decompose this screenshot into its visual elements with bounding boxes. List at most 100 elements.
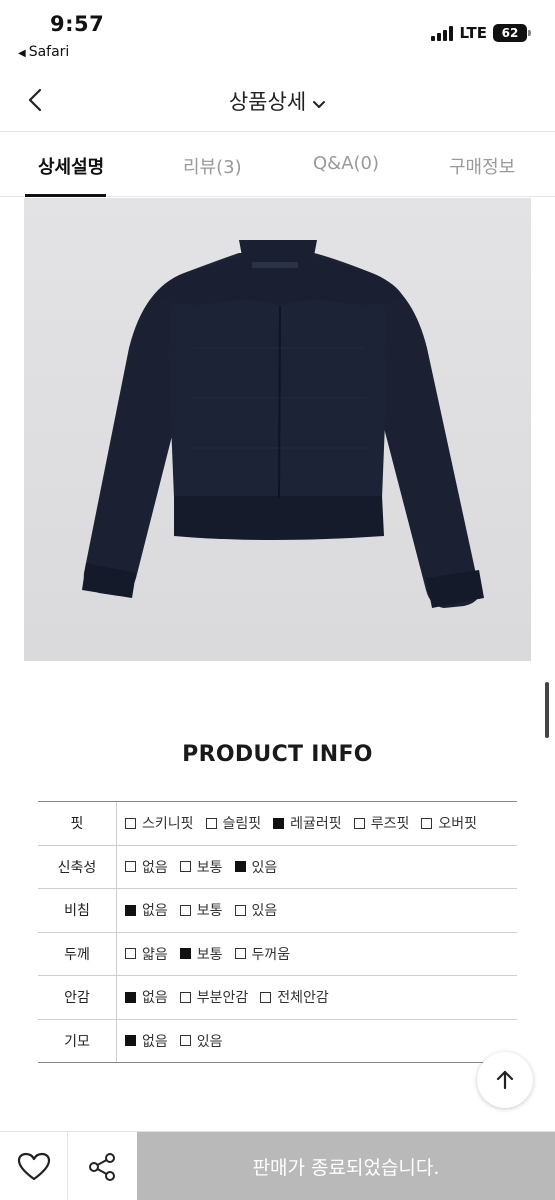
page-title: 상품상세 — [228, 90, 307, 114]
option-label: 없음 — [142, 990, 168, 1007]
product-info-label: 기모 — [38, 1019, 117, 1062]
product-info-option: 없음 — [125, 857, 168, 877]
checked-box-icon — [125, 1035, 136, 1047]
unchecked-box-icon — [421, 817, 433, 829]
bottom-action-bar: 판매가 종료되었습니다. — [0, 1131, 555, 1200]
product-info-options: 없음 부분안감 전체안감 — [125, 976, 341, 1019]
detail-tabs: 상세설명 리뷰(3) Q&A(0) 구매정보 — [0, 133, 555, 197]
active-tab-indicator — [25, 194, 106, 197]
product-info-option: 보통 — [179, 857, 223, 877]
product-info-label: 신축성 — [38, 845, 117, 888]
arrow-up-icon — [496, 1070, 514, 1090]
product-info-options: 얇음 보통 두꺼움 — [125, 933, 302, 976]
option-label: 얇음 — [142, 946, 168, 963]
tab-detail[interactable]: 상세설명 — [38, 153, 104, 179]
product-info-option: 두꺼움 — [234, 944, 291, 964]
product-info-option: 스키니핏 — [125, 813, 194, 833]
option-label: 없음 — [142, 859, 168, 876]
unchecked-box-icon — [125, 861, 136, 873]
option-label: 스키니핏 — [142, 816, 194, 833]
option-label: 두꺼움 — [251, 946, 291, 963]
product-image — [24, 198, 531, 661]
product-info-row: 비침 없음 보통 있음 — [38, 889, 517, 933]
product-info-option: 있음 — [234, 857, 278, 877]
product-info-row: 신축성 없음 보통 있음 — [38, 845, 517, 889]
product-info-row: 핏 스키니핏 슬림핏 레귤러핏 루즈핏 오버핏 — [38, 802, 517, 846]
unchecked-box-icon — [234, 904, 246, 916]
option-label: 없음 — [142, 903, 168, 920]
option-label: 루즈핏 — [370, 816, 410, 833]
status-bar: 9:57 ◀ Safari LTE 62 — [0, 0, 555, 70]
product-info-option: 얇음 — [125, 944, 168, 964]
option-label: 부분안감 — [196, 990, 249, 1007]
battery-level: 62 — [501, 26, 519, 40]
unchecked-box-icon — [179, 904, 191, 916]
product-info-option: 오버핏 — [421, 813, 477, 833]
product-info-option: 보통 — [179, 900, 223, 920]
scroll-top-button[interactable] — [477, 1052, 533, 1108]
option-label: 없음 — [142, 1033, 168, 1050]
cardigan-illustration — [82, 240, 484, 608]
back-to-app-link[interactable]: ◀ Safari — [18, 44, 69, 60]
option-label: 레귤러핏 — [290, 816, 342, 833]
checked-box-icon — [234, 861, 246, 873]
product-info-option: 없음 — [125, 987, 168, 1007]
product-info-option: 전체안감 — [260, 987, 329, 1007]
product-info-row: 두께 얇음 보통 두꺼움 — [38, 932, 517, 976]
product-info-option: 있음 — [179, 1031, 223, 1051]
checked-box-icon — [125, 904, 136, 916]
product-info-label: 비침 — [38, 889, 117, 932]
like-button[interactable] — [0, 1132, 68, 1200]
option-label: 보통 — [196, 946, 223, 963]
network-label: LTE — [459, 24, 487, 42]
product-info-label: 핏 — [38, 802, 117, 845]
unchecked-box-icon — [179, 861, 191, 873]
product-info-table: 핏 스키니핏 슬림핏 레귤러핏 루즈핏 오버핏 신축성 없음 보통 있음 비침 없음 보통 있음 두께 얇음 보… — [38, 801, 517, 1063]
unchecked-box-icon — [205, 817, 217, 829]
battery-icon: 62 — [493, 24, 531, 42]
unchecked-box-icon — [353, 817, 365, 829]
page-title-dropdown[interactable]: 상품상세 — [0, 86, 555, 116]
option-label: 있음 — [251, 859, 278, 876]
checked-box-icon — [125, 991, 136, 1003]
product-info-row: 안감 없음 부분안감 전체안감 — [38, 976, 517, 1020]
product-info-label: 안감 — [38, 976, 117, 1019]
back-triangle-icon: ◀ — [18, 48, 26, 59]
product-info-option: 보통 — [179, 944, 223, 964]
unchecked-box-icon — [125, 948, 136, 960]
option-label: 오버핏 — [438, 816, 477, 833]
product-info-option: 없음 — [125, 900, 168, 920]
tab-qna[interactable]: Q&A(0) — [313, 153, 379, 174]
signal-icon — [431, 25, 454, 41]
back-app-label: Safari — [28, 44, 70, 60]
product-info-options: 없음 보통 있음 — [125, 889, 289, 932]
product-info-label: 두께 — [38, 932, 117, 975]
unchecked-box-icon — [234, 948, 246, 960]
product-info-options: 스키니핏 슬림핏 레귤러핏 루즈핏 오버핏 — [125, 802, 489, 845]
option-label: 있음 — [251, 903, 278, 920]
option-label: 보통 — [196, 859, 223, 876]
sold-out-banner: 판매가 종료되었습니다. — [137, 1132, 555, 1200]
tab-reviews[interactable]: 리뷰(3) — [183, 153, 242, 179]
share-icon — [89, 1152, 115, 1181]
product-info-options: 없음 보통 있음 — [125, 846, 289, 889]
product-info-options: 없음 있음 — [125, 1020, 235, 1063]
tab-purchase-info[interactable]: 구매정보 — [449, 153, 515, 179]
share-button[interactable] — [68, 1132, 136, 1200]
product-info-row: 기모 없음 있음 — [38, 1019, 517, 1063]
unchecked-box-icon — [179, 1035, 191, 1047]
scroll-indicator[interactable] — [545, 682, 549, 738]
product-info-option: 슬림핏 — [205, 813, 262, 833]
option-label: 있음 — [196, 1033, 223, 1050]
product-info-option: 없음 — [125, 1031, 168, 1051]
page-header: 상품상세 — [0, 70, 555, 132]
unchecked-box-icon — [179, 991, 191, 1003]
option-label: 보통 — [196, 903, 223, 920]
option-label: 슬림핏 — [222, 816, 262, 833]
heart-icon — [17, 1152, 50, 1180]
checked-box-icon — [273, 817, 285, 829]
unchecked-box-icon — [125, 817, 136, 829]
unchecked-box-icon — [260, 991, 272, 1003]
product-info-title: PRODUCT INFO — [182, 742, 373, 767]
product-info-option: 부분안감 — [179, 987, 249, 1007]
